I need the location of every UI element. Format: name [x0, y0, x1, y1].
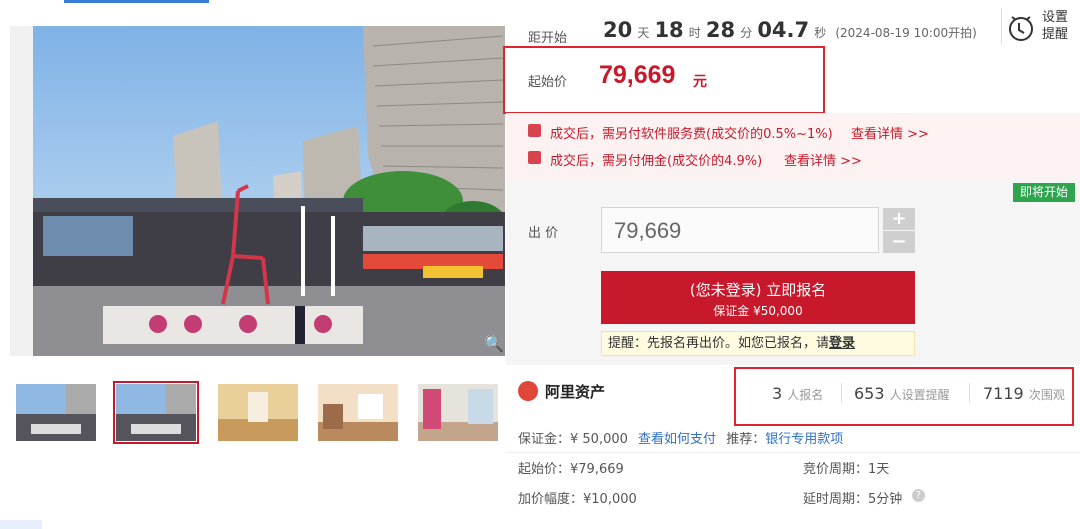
how-to-pay-link[interactable]: 查看如何支付 [638, 432, 716, 447]
stat-registered: 3 人报名 [772, 384, 823, 403]
stat-views-count: 7119 [983, 384, 1024, 403]
building-photo [33, 26, 505, 356]
divider [506, 452, 1080, 453]
commission-notice-link[interactable]: 查看详情 >> [784, 150, 862, 169]
commission-notice-text: 成交后，需另付佣金(成交价的4.9%) [550, 154, 763, 169]
gallery-thumbnail[interactable] [16, 384, 96, 441]
apply-now-button[interactable]: (您未登录) 立即报名 保证金 ¥50,000 [601, 271, 915, 324]
stat-registered-label: 人报名 [787, 388, 824, 402]
start-price-unit: 元 [693, 74, 707, 90]
fee-icon [528, 124, 541, 137]
deposit-text: 保证金：¥ 50,000 [518, 432, 628, 447]
stat-reminders: 653 人设置提醒 [854, 384, 950, 403]
gallery-thumbnail[interactable] [218, 384, 298, 441]
stat-reminders-count: 653 [854, 384, 885, 403]
fee-notice-text: 成交后，需另付软件服务费(成交价的0.5%~1%) [550, 127, 833, 142]
countdown-minutes: 28 [705, 18, 736, 42]
countdown-label: 距开始 [528, 31, 568, 46]
start-price-label: 起始价 [528, 75, 568, 90]
increment-detail: 加价幅度：¥10,000 [518, 492, 637, 507]
countdown-days: 20 [603, 18, 633, 42]
commission-icon [528, 151, 541, 164]
bottom-indicator [0, 520, 42, 529]
recommend-link[interactable]: 银行专用款项 [765, 432, 843, 447]
countdown-seconds: 04.7 [757, 18, 810, 42]
ali-logo-icon [518, 381, 538, 401]
stat-registered-count: 3 [772, 384, 783, 403]
countdown-hours-unit: 时 [688, 26, 701, 40]
gallery-thumbnail[interactable] [418, 384, 498, 441]
deposit-row: 保证金：¥ 50,000 查看如何支付 推荐：银行专用款项 [518, 428, 843, 447]
fee-notice-link[interactable]: 查看详情 >> [851, 123, 929, 142]
zoom-icon[interactable]: 🔍 [484, 334, 504, 354]
countdown-hours: 18 [654, 18, 684, 42]
countdown-minutes-unit: 分 [740, 26, 753, 40]
increase-bid-button[interactable]: + [883, 208, 915, 230]
apply-button-label: (您未登录) 立即报名 [689, 281, 827, 299]
extension-detail: 延时周期：5分钟 [803, 492, 903, 507]
tip-text: 提醒：先报名再出价。如您已报名，请 [608, 336, 830, 351]
apply-button-deposit: 保证金 ¥50,000 [713, 304, 803, 318]
help-icon[interactable]: ? [912, 489, 925, 502]
start-price-detail: 起始价：¥79,669 [518, 462, 624, 477]
main-photo[interactable] [33, 26, 505, 356]
stat-reminders-label: 人设置提醒 [889, 388, 950, 402]
status-badge: 即将开始 [1013, 183, 1075, 202]
countdown-timer: 20 天 18 时 28 分 04.7 秒 (2024-08-19 10:00开… [603, 18, 977, 42]
top-nav-indicator [64, 0, 209, 3]
platform-name: 阿里资产 [545, 383, 606, 401]
reminder-line1: 设置 [1042, 10, 1069, 25]
reminder-line2: 提醒 [1042, 27, 1069, 42]
start-price-value: 79,669 [599, 61, 676, 89]
decrease-bid-button[interactable]: − [883, 231, 915, 253]
bid-amount-input[interactable]: 79,669 [601, 207, 879, 253]
login-link[interactable]: 登录 [829, 336, 855, 351]
clock-icon [1009, 16, 1033, 41]
login-tip: 提醒：先报名再出价。如您已报名，请登录 [601, 331, 915, 356]
stat-views-label: 次围观 [1028, 388, 1065, 402]
divider [1001, 8, 1002, 44]
bid-cycle-detail: 竞价周期：1天 [803, 462, 890, 477]
gallery-left-pad [10, 26, 33, 356]
countdown-seconds-unit: 秒 [814, 26, 827, 40]
countdown-days-unit: 天 [637, 26, 650, 40]
divider [841, 383, 842, 403]
divider [969, 383, 970, 403]
gallery-thumbnail[interactable] [318, 384, 398, 441]
gallery-thumbnail-selected[interactable] [113, 381, 199, 444]
recommend-label: 推荐： [726, 432, 766, 447]
stat-views: 7119 次围观 [983, 384, 1065, 403]
start-time-note: (2024-08-19 10:00开拍) [835, 26, 977, 40]
bid-label: 出 价 [528, 226, 559, 241]
